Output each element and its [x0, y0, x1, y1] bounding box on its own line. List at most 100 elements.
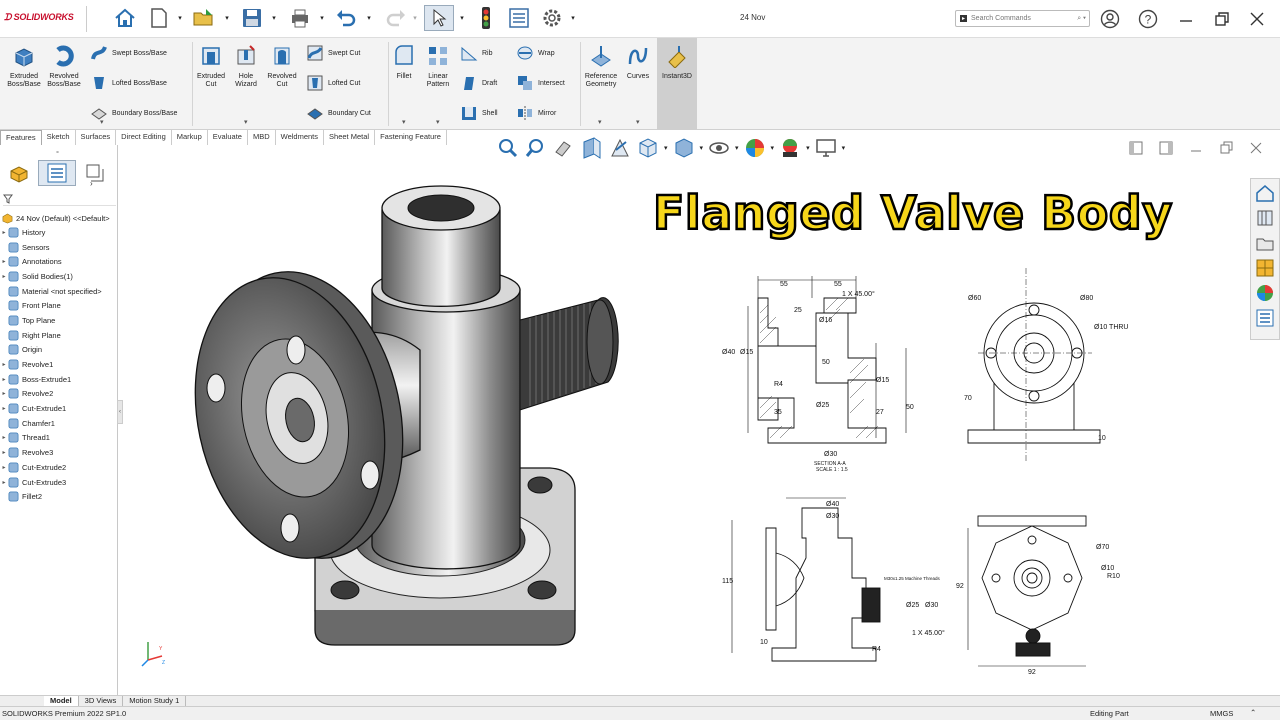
- mirror-button[interactable]: Mirror: [516, 104, 556, 122]
- expand-arrow-icon[interactable]: ▸: [0, 361, 8, 368]
- search-icon[interactable]: ⌕ ▾: [1077, 15, 1089, 23]
- undo-icon[interactable]: [332, 5, 360, 31]
- expand-arrow-icon[interactable]: ▸: [0, 434, 8, 441]
- tree-item[interactable]: ▸ Boss-Extrude1: [0, 372, 118, 387]
- edit-appearance-icon[interactable]: [743, 136, 767, 160]
- chevron-down-icon[interactable]: ▾: [100, 118, 104, 126]
- chevron-down-icon[interactable]: ▾: [402, 118, 406, 126]
- chevron-down-icon[interactable]: ▾: [568, 5, 578, 31]
- valve-body-3d-model[interactable]: [120, 150, 640, 690]
- chevron-down-icon[interactable]: ▾: [364, 5, 374, 31]
- tab-motion-study-1[interactable]: Motion Study 1: [123, 696, 187, 706]
- feature-manager-tab[interactable]: [0, 160, 38, 186]
- revolved-boss-button[interactable]: Revolved Boss/Base: [44, 44, 84, 89]
- chevron-down-icon[interactable]: ▾: [436, 118, 440, 126]
- wrap-button[interactable]: Wrap: [516, 44, 555, 62]
- tab-direct-editing[interactable]: Direct Editing: [116, 130, 172, 145]
- open-folder-icon[interactable]: [190, 5, 218, 31]
- solidworks-logo[interactable]: ᗪ SOLIDWORKS: [4, 12, 74, 23]
- fillet-button[interactable]: Fillet: [390, 44, 418, 81]
- chevron-down-icon[interactable]: ▾: [175, 5, 185, 31]
- chevron-down-icon[interactable]: ▾: [771, 144, 775, 152]
- tree-item[interactable]: ▸ Revolve3: [0, 445, 118, 460]
- property-manager-tab[interactable]: [38, 160, 76, 186]
- tree-item[interactable]: ▸ Thread1: [0, 431, 118, 446]
- restore-icon[interactable]: [1218, 140, 1234, 156]
- tree-item[interactable]: Chamfer1: [0, 416, 118, 431]
- tree-item[interactable]: Sensors: [0, 240, 118, 255]
- tab-fastening-feature[interactable]: Fastening Feature: [375, 130, 447, 145]
- redo-icon[interactable]: [382, 5, 410, 31]
- save-icon[interactable]: [238, 5, 266, 31]
- tree-item[interactable]: ▸ Revolve1: [0, 357, 118, 372]
- expand-arrow-icon[interactable]: ▸: [0, 479, 8, 486]
- tree-item[interactable]: Fillet2: [0, 489, 118, 504]
- expand-arrow-icon[interactable]: ▸: [0, 229, 8, 236]
- tab-sketch[interactable]: Sketch: [42, 130, 76, 145]
- tile-left-icon[interactable]: [1128, 140, 1144, 156]
- tile-right-icon[interactable]: [1158, 140, 1174, 156]
- new-document-icon[interactable]: [146, 5, 172, 31]
- tab-mbd[interactable]: MBD: [248, 130, 276, 145]
- custom-properties-icon[interactable]: [1252, 307, 1278, 329]
- expand-arrow-icon[interactable]: ▸: [0, 464, 8, 471]
- swept-boss-button[interactable]: Swept Boss/Base: [90, 44, 167, 62]
- hole-wizard-button[interactable]: Hole Wizard: [229, 44, 263, 89]
- tab-sheet-metal[interactable]: Sheet Metal: [324, 130, 376, 145]
- tree-item[interactable]: ▸ Solid Bodies(1): [0, 269, 118, 284]
- expand-arrow-icon[interactable]: ▸: [0, 449, 8, 456]
- chevron-down-icon[interactable]: ▾: [636, 118, 640, 126]
- tree-item[interactable]: ▸ Cut-Extrude2: [0, 460, 118, 475]
- home-icon[interactable]: [112, 5, 138, 31]
- tree-item[interactable]: ▸ History: [0, 225, 118, 240]
- curves-button[interactable]: Curves: [622, 44, 654, 81]
- extruded-cut-button[interactable]: Extruded Cut: [194, 44, 228, 89]
- tree-item[interactable]: ▸ Cut-Extrude1: [0, 401, 118, 416]
- rebuild-traffic-light-icon[interactable]: [476, 5, 496, 31]
- view-settings-monitor-icon[interactable]: [814, 136, 838, 160]
- tree-root[interactable]: 24 Nov (Default) <<Default>: [2, 211, 118, 226]
- shell-button[interactable]: Shell: [460, 104, 498, 122]
- swept-cut-button[interactable]: Swept Cut: [306, 44, 360, 62]
- gear-icon[interactable]: [538, 5, 566, 31]
- user-account-icon[interactable]: [1098, 8, 1122, 30]
- status-units[interactable]: MMGS: [1210, 709, 1233, 718]
- search-input[interactable]: ▸ Search Commands ⌕ ▾: [955, 10, 1090, 27]
- print-icon[interactable]: [286, 5, 314, 31]
- chevron-down-icon[interactable]: ▾: [244, 118, 248, 126]
- tree-item[interactable]: Front Plane: [0, 298, 118, 313]
- solidworks-resources-icon[interactable]: [1252, 182, 1278, 204]
- expand-arrow-icon[interactable]: ▸: [0, 258, 8, 265]
- chevron-right-icon[interactable]: ›: [90, 179, 93, 188]
- linear-pattern-button[interactable]: Linear Pattern: [420, 44, 456, 89]
- appearances-scenes-icon[interactable]: [1252, 282, 1278, 304]
- extruded-boss-button[interactable]: Extruded Boss/Base: [4, 44, 44, 89]
- restore-icon[interactable]: [1210, 8, 1234, 30]
- tab-evaluate[interactable]: Evaluate: [208, 130, 248, 145]
- design-library-icon[interactable]: [1252, 207, 1278, 229]
- view-palette-icon[interactable]: [1252, 257, 1278, 279]
- expand-arrow-icon[interactable]: ▸: [0, 273, 8, 280]
- select-arrow-icon[interactable]: [424, 5, 454, 31]
- close-icon[interactable]: [1245, 8, 1269, 30]
- file-properties-icon[interactable]: [506, 5, 532, 31]
- chevron-up-icon[interactable]: ⌃: [1250, 708, 1256, 717]
- help-icon[interactable]: ?: [1136, 8, 1160, 30]
- chevron-down-icon[interactable]: ▾: [598, 118, 602, 126]
- tree-item[interactable]: ▸ Revolve2: [0, 387, 118, 402]
- instant3d-button[interactable]: Instant3D: [657, 38, 697, 130]
- expand-arrow-icon[interactable]: ▸: [0, 390, 8, 397]
- minimize-icon[interactable]: [1188, 140, 1204, 156]
- filter-icon[interactable]: [3, 194, 13, 204]
- hide-show-items-icon[interactable]: [707, 136, 731, 160]
- tree-item[interactable]: ▸ Cut-Extrude3: [0, 475, 118, 490]
- chevron-down-icon[interactable]: ▾: [700, 144, 704, 152]
- tab-weldments[interactable]: Weldments: [276, 130, 325, 145]
- tab-model[interactable]: Model: [44, 696, 79, 706]
- reference-geometry-button[interactable]: Reference Geometry: [582, 44, 620, 89]
- chevron-down-icon[interactable]: ▾: [664, 144, 668, 152]
- tab-markup[interactable]: Markup: [172, 130, 208, 145]
- tree-item[interactable]: Material <not specified>: [0, 284, 118, 299]
- lofted-cut-button[interactable]: Lofted Cut: [306, 74, 360, 92]
- boundary-cut-button[interactable]: Boundary Cut: [306, 104, 371, 122]
